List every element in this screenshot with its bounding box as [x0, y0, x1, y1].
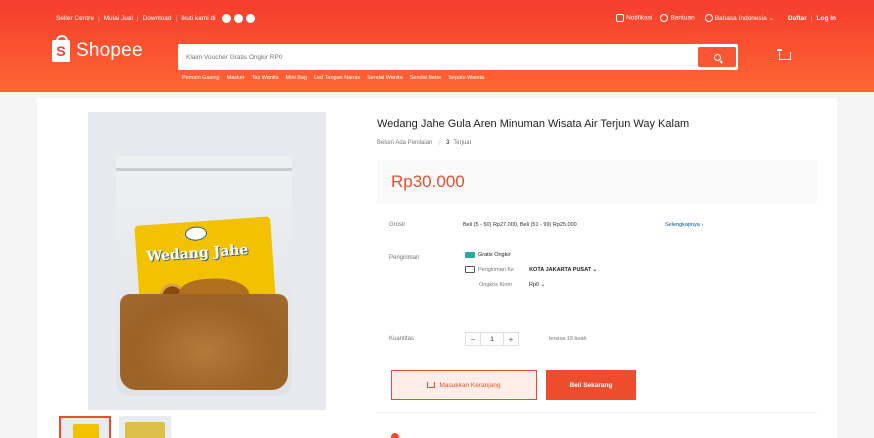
suggestion-link[interactable]: Led Tangan Nanas — [314, 75, 360, 81]
rating-status: Belum Ada Penilaian — [377, 140, 433, 146]
notifications-link[interactable]: Notifikasi — [616, 14, 652, 22]
notifications-label: Notifikasi — [626, 14, 653, 22]
section-divider — [377, 412, 817, 413]
brand-seal — [184, 225, 208, 242]
product-card: Wedang Jahe Wedang Jahe Gula Aren Minuma… — [37, 98, 837, 438]
language-selector[interactable]: Bahasa Indonesia ⌄ — [704, 14, 774, 23]
guarantee-icon — [391, 433, 399, 438]
stock-remaining: tersisa 19 buah — [549, 336, 587, 342]
suggestion-link[interactable]: Sepatu Wanita — [448, 75, 484, 81]
product-title: Wedang Jahe Gula Aren Minuman Wisata Air… — [377, 118, 690, 130]
social-links — [221, 13, 255, 23]
cart-icon — [779, 52, 791, 60]
suggestion-link[interactable]: Masker — [227, 75, 245, 81]
grosir-more-link[interactable]: Selengkapnya › — [665, 222, 703, 228]
suggestion-link[interactable]: Tas Wanita — [252, 75, 279, 81]
thumbnail-label — [73, 424, 99, 438]
top-navbar: Seller Centre | Mulai Jual | Download | … — [56, 11, 836, 25]
chevron-down-icon: ⌄ — [592, 266, 598, 273]
ship-cost-label: Ongkos Kirim — [479, 282, 513, 288]
free-shipping-truck-icon — [465, 252, 475, 258]
add-to-cart-button[interactable]: Masukkan Keranjang — [391, 370, 537, 400]
quantity-decrease-button[interactable]: − — [465, 332, 481, 346]
ship-cost-selector[interactable]: Rp0 ⌄ — [529, 282, 545, 288]
ship-to-row: Pengiriman Ke KOTA JAKARTA PUSAT ⌄ — [465, 266, 597, 273]
quantity-input[interactable]: 1 — [481, 332, 503, 346]
thumbnail-label — [125, 422, 165, 438]
suggestion-link[interactable]: Sendal Bebe — [410, 75, 442, 81]
divider: | — [438, 140, 440, 146]
product-label-title: Wedang Jahe — [145, 242, 249, 266]
suggestion-link[interactable]: Pemain Gasing — [182, 75, 220, 81]
free-shipping-text: Gratis Ongkir — [478, 252, 511, 258]
product-main-image[interactable]: Wedang Jahe — [88, 112, 326, 410]
chevron-down-icon: ⌄ — [768, 14, 774, 22]
search-suggestions: Pemain Gasing Masker Tas Wanita Mini Bag… — [182, 75, 484, 81]
buy-now-button[interactable]: Beli Sekarang — [546, 370, 636, 400]
search-button[interactable] — [698, 47, 736, 67]
quantity-stepper: − 1 + — [465, 332, 519, 346]
divider: | — [97, 14, 100, 22]
divider: | — [136, 14, 139, 22]
grosir-label: Grosir — [389, 222, 406, 228]
download-link[interactable]: Download — [143, 15, 172, 22]
globe-icon — [704, 14, 713, 23]
facebook-icon[interactable] — [221, 13, 231, 23]
top-navbar-left: Seller Centre | Mulai Jual | Download | … — [56, 13, 255, 23]
line-icon[interactable] — [245, 13, 255, 23]
bell-icon — [616, 14, 625, 22]
search-icon — [713, 53, 721, 61]
quantity-increase-button[interactable]: + — [503, 332, 519, 346]
suggestion-link[interactable]: Mini Bag — [286, 75, 307, 81]
shopee-header: Seller Centre | Mulai Jual | Download | … — [0, 0, 874, 92]
seller-centre-link[interactable]: Seller Centre — [56, 15, 94, 22]
product-meta: Belum Ada Penilaian | 3 Terjual — [377, 140, 471, 146]
help-icon — [660, 14, 669, 22]
thumbnail-strip — [59, 416, 171, 438]
add-to-cart-label: Masukkan Keranjang — [439, 381, 501, 389]
quantity-label: Kuantitas — [389, 336, 415, 342]
cart-icon-handle — [777, 49, 782, 51]
sold-count: 3 — [445, 140, 450, 146]
login-link[interactable]: Log In — [817, 15, 837, 22]
shopping-bag-icon: S — [52, 35, 70, 62]
shopee-logo[interactable]: S Shopee — [52, 35, 143, 62]
thumbnail-1[interactable] — [59, 416, 111, 438]
brand-name: Shopee — [76, 40, 143, 61]
instagram-icon[interactable] — [233, 13, 243, 23]
help-link[interactable]: Bantuan — [660, 14, 695, 22]
search-input[interactable] — [180, 53, 698, 61]
ship-to-label: Pengiriman Ke — [478, 266, 515, 273]
product-price: Rp30.000 — [391, 172, 465, 191]
divider: | — [175, 14, 178, 22]
truck-icon — [465, 266, 475, 273]
ship-to-selector[interactable]: KOTA JAKARTA PUSAT ⌄ — [529, 267, 597, 273]
add-cart-icon — [427, 382, 436, 388]
chevron-right-icon: › — [701, 222, 704, 228]
sold-label: Terjual — [453, 140, 471, 146]
ginger-powder — [120, 294, 288, 390]
divider: | — [810, 14, 813, 22]
price-section: Rp30.000 — [377, 160, 817, 204]
top-navbar-right: Notifikasi Bantuan Bahasa Indonesia ⌄ Da… — [616, 14, 837, 23]
start-selling-link[interactable]: Mulai Jual — [104, 15, 133, 22]
chevron-down-icon: ⌄ — [540, 282, 546, 288]
shipping-label: Pengiriman — [389, 255, 420, 261]
cart-button[interactable] — [777, 49, 793, 63]
signup-link[interactable]: Daftar — [788, 15, 807, 22]
search-bar — [178, 44, 738, 70]
language-label: Bahasa Indonesia — [714, 14, 767, 22]
thumbnail-2[interactable] — [119, 416, 171, 438]
follow-us-label: Ikuti kami di — [181, 14, 216, 22]
free-shipping-row: Gratis Ongkir — [465, 252, 510, 258]
suggestion-link[interactable]: Sendal Wanita — [367, 75, 403, 81]
grosir-prices: Beli (5 - 50) Rp27.000, Beli (51 - 99) R… — [463, 222, 577, 228]
ship-cost-row: Ongkos Kirim Rp0 ⌄ — [479, 282, 545, 288]
help-label: Bantuan — [670, 14, 695, 22]
